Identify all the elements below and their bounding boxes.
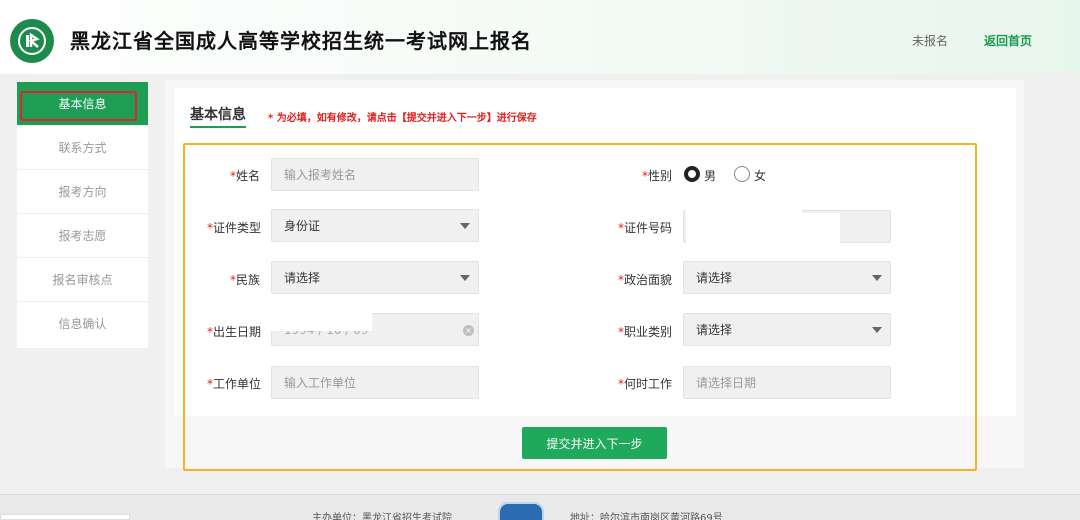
site-logo bbox=[10, 19, 54, 63]
top-header: 黑龙江省全国成人高等学校招生统一考试网上报名 未报名 返回首页 bbox=[0, 0, 1080, 74]
chevron-down-icon bbox=[460, 275, 470, 281]
work-since-input[interactable] bbox=[696, 367, 890, 398]
emblem-icon bbox=[498, 502, 544, 520]
book-person-icon bbox=[18, 27, 46, 55]
employer-field[interactable] bbox=[271, 366, 479, 399]
return-home-link[interactable]: 返回首页 bbox=[984, 32, 1032, 49]
work-since-field[interactable] bbox=[683, 366, 891, 399]
gender-male-radio[interactable] bbox=[684, 166, 700, 182]
work-since-label: *何时工作 bbox=[618, 377, 673, 391]
section-title: 基本信息 bbox=[190, 104, 246, 128]
sidebar-nav: 基本信息 联系方式 报考方向 报考志愿 报名审核点 信息确认 bbox=[17, 82, 148, 348]
footer-organizer: 主办单位：黑龙江省招生考试院 bbox=[312, 513, 452, 520]
id-type-value: 身份证 bbox=[284, 219, 321, 233]
sidebar-item-review-site[interactable]: 报名审核点 bbox=[17, 258, 148, 302]
employer-label: *工作单位 bbox=[207, 377, 262, 391]
birth-date-label: *出生日期 bbox=[207, 325, 262, 339]
political-value: 请选择 bbox=[696, 271, 733, 285]
sidebar-item-volunteer[interactable]: 报考志愿 bbox=[17, 214, 148, 258]
clear-icon[interactable]: × bbox=[463, 325, 474, 336]
chevron-down-icon bbox=[872, 327, 882, 333]
political-label: *政治面貌 bbox=[618, 273, 673, 287]
id-type-label: *证件类型 bbox=[207, 221, 262, 235]
required-note: * 为必填，如有修改，请点击【提交并进入下一步】进行保存 bbox=[268, 113, 537, 124]
name-field[interactable] bbox=[271, 158, 479, 191]
occupation-select[interactable]: 请选择 bbox=[683, 313, 891, 346]
registration-status: 未报名 bbox=[912, 34, 949, 48]
gender-female-radio[interactable] bbox=[734, 166, 750, 182]
chevron-down-icon bbox=[460, 223, 470, 229]
redaction-block bbox=[686, 213, 840, 253]
occupation-value: 请选择 bbox=[696, 323, 733, 337]
sidebar-item-contact[interactable]: 联系方式 bbox=[17, 126, 148, 170]
name-input[interactable] bbox=[284, 159, 478, 190]
employer-input[interactable] bbox=[284, 367, 478, 398]
ethnicity-value: 请选择 bbox=[284, 271, 321, 285]
sidebar-item-basic-info[interactable]: 基本信息 bbox=[17, 82, 148, 126]
sidebar-item-confirm[interactable]: 信息确认 bbox=[17, 302, 148, 346]
gender-male-label: 男 bbox=[704, 169, 717, 183]
ethnicity-select[interactable]: 请选择 bbox=[271, 261, 479, 294]
site-title: 黑龙江省全国成人高等学校招生统一考试网上报名 bbox=[70, 29, 532, 53]
name-label: *姓名 bbox=[230, 169, 261, 183]
footer-left-bar bbox=[0, 514, 130, 520]
id-type-select[interactable]: 身份证 bbox=[271, 209, 479, 242]
redaction-block bbox=[268, 295, 372, 331]
gender-label: *性别 bbox=[642, 169, 673, 183]
sidebar-item-direction[interactable]: 报考方向 bbox=[17, 170, 148, 214]
ethnicity-label: *民族 bbox=[230, 273, 261, 287]
gender-female-label: 女 bbox=[754, 169, 767, 183]
submit-next-button[interactable]: 提交并进入下一步 bbox=[522, 427, 667, 459]
political-select[interactable]: 请选择 bbox=[683, 261, 891, 294]
footer-address: 地址：哈尔滨市南岗区黄河路69号 bbox=[570, 513, 723, 520]
id-number-label: *证件号码 bbox=[618, 221, 673, 235]
chevron-down-icon bbox=[872, 275, 882, 281]
occupation-label: *职业类别 bbox=[618, 325, 673, 339]
